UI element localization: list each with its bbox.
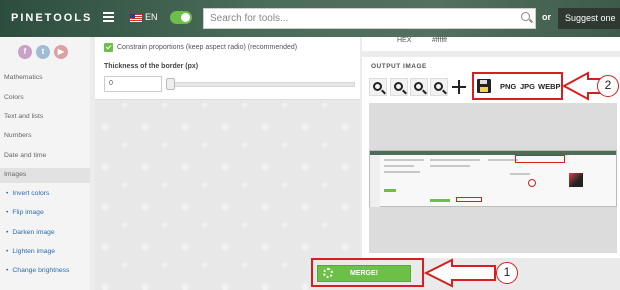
annotation-label-2: 2 — [597, 75, 619, 97]
annotation-arrows — [423, 71, 601, 288]
annotation-label-1: 1 — [496, 262, 518, 284]
annotation-arrow-2 — [561, 71, 601, 101]
annotation-arrow-1 — [423, 258, 496, 288]
